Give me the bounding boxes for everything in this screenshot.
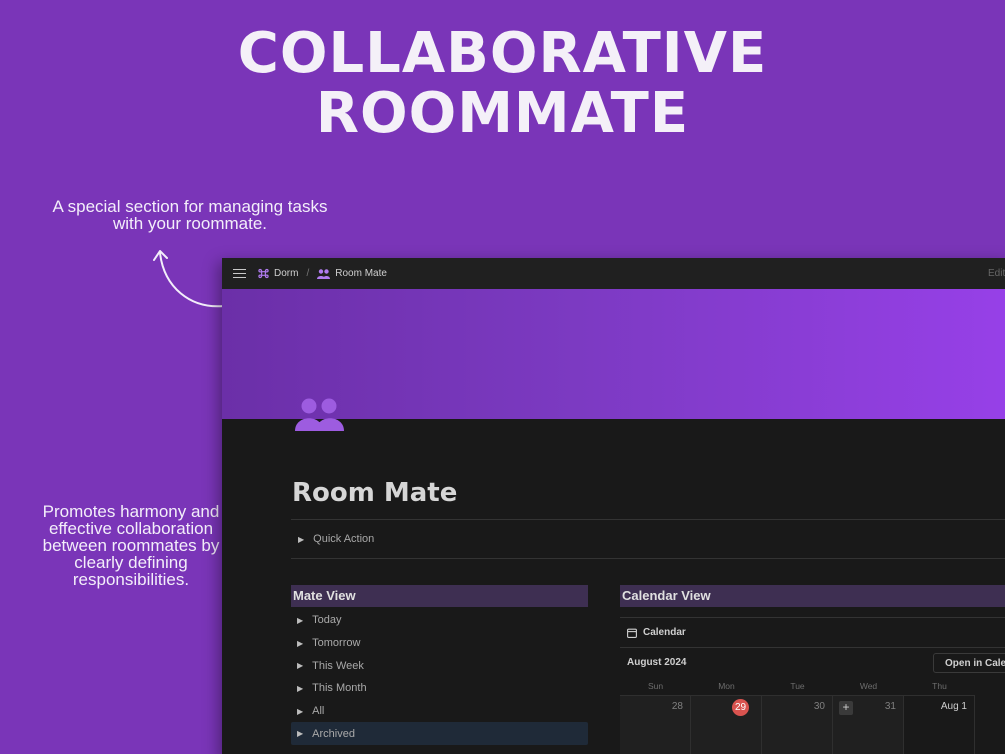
calendar-tab[interactable]: Calendar: [627, 627, 686, 638]
calendar-day[interactable]: + 31: [833, 696, 904, 754]
breadcrumb-room-mate[interactable]: Room Mate: [317, 268, 387, 279]
quick-action-label: Quick Action: [313, 533, 375, 545]
triangle-right-icon: ▶: [297, 661, 304, 671]
add-event-button[interactable]: +: [839, 701, 853, 715]
curved-arrow-icon: [153, 250, 225, 308]
weekday-label: Wed: [859, 681, 878, 691]
mate-item-label: All: [312, 705, 325, 718]
menu-icon[interactable]: [233, 266, 246, 281]
breadcrumb-label: Room Mate: [335, 268, 387, 279]
mate-item-label: Today: [312, 614, 342, 627]
mate-item-tomorrow[interactable]: ▶ Tomorrow: [291, 632, 588, 655]
mate-item-label: Tomorrow: [312, 637, 361, 650]
breadcrumb-separator: /: [306, 268, 310, 279]
today-badge: 29: [732, 699, 749, 716]
weekday-label: Tue: [790, 681, 805, 691]
mate-item-label: Archived: [312, 727, 355, 740]
triangle-right-icon: ▶: [297, 615, 304, 625]
calendar-day[interactable]: Aug 1: [904, 696, 975, 754]
triangle-right-icon: ▶: [297, 683, 304, 693]
command-icon: [258, 268, 269, 279]
mate-item-all[interactable]: ▶ All: [291, 700, 588, 723]
weekday-label: Sun: [647, 681, 664, 691]
breadcrumb-label: Dorm: [274, 268, 299, 279]
calendar-day[interactable]: 28: [620, 696, 691, 754]
day-number: Aug 1: [940, 701, 967, 712]
mate-item-this-week[interactable]: ▶ This Week: [291, 654, 588, 677]
calendar-tab-label: Calendar: [643, 627, 686, 638]
triangle-right-icon: ▶: [297, 729, 304, 739]
divider: [620, 617, 1005, 618]
day-number: 31: [884, 701, 896, 712]
divider: [291, 519, 1005, 520]
mate-view-list: ▶ Today ▶ Tomorrow ▶ This Week ▶ This Mo…: [291, 609, 588, 746]
calendar-view-heading: Calendar View: [620, 585, 1005, 607]
calendar-icon: [627, 628, 637, 638]
mate-item-label: This Week: [312, 659, 364, 672]
open-in-calendar-label: Open in Calendar: [945, 657, 1005, 669]
mate-item-today[interactable]: ▶ Today: [291, 609, 588, 632]
mate-item-this-month[interactable]: ▶ This Month: [291, 677, 588, 700]
mate-item-label: This Month: [312, 682, 367, 695]
divider: [291, 558, 1005, 559]
calendar-grid: 28 29 30 + 31 Aug 1: [620, 695, 975, 754]
mate-item-archived[interactable]: ▶ Archived: [291, 722, 588, 746]
calendar-day-today[interactable]: 29: [691, 696, 762, 754]
day-number: 30: [813, 701, 825, 712]
divider: [620, 647, 1005, 648]
people-icon: [295, 398, 344, 431]
edited-status: Edited: [988, 268, 1005, 279]
open-in-calendar-button[interactable]: Open in Calendar: [933, 653, 1005, 673]
top-bar: Dorm / Room Mate Edited: [222, 258, 1005, 289]
page-title: Room Mate: [292, 478, 458, 508]
calendar-month: August 2024: [627, 657, 687, 668]
headline-line-1: COLLABORATIVE: [237, 21, 768, 86]
weekday-label: Mon: [718, 681, 735, 691]
headline: COLLABORATIVE ROOMMATE: [0, 24, 1005, 144]
app-window: Dorm / Room Mate Edited Room Mate ▶ Quic…: [222, 258, 1005, 754]
day-number: 28: [671, 701, 683, 712]
triangle-right-icon: ▶: [297, 706, 304, 716]
callout-bottom: Promotes harmony and effective collabora…: [42, 502, 220, 589]
calendar-day[interactable]: 30: [762, 696, 833, 754]
callout-top: A special section for managing tasks wit…: [52, 197, 328, 233]
mate-view-heading: Mate View: [291, 585, 588, 607]
triangle-right-icon: ▶: [298, 534, 305, 544]
weekday-label: Thu: [932, 681, 947, 691]
breadcrumb-dorm[interactable]: Dorm: [258, 268, 298, 279]
people-icon: [317, 268, 331, 279]
headline-line-2: ROOMMATE: [315, 81, 690, 146]
triangle-right-icon: ▶: [297, 638, 304, 648]
quick-action-toggle[interactable]: ▶ Quick Action: [298, 533, 374, 545]
